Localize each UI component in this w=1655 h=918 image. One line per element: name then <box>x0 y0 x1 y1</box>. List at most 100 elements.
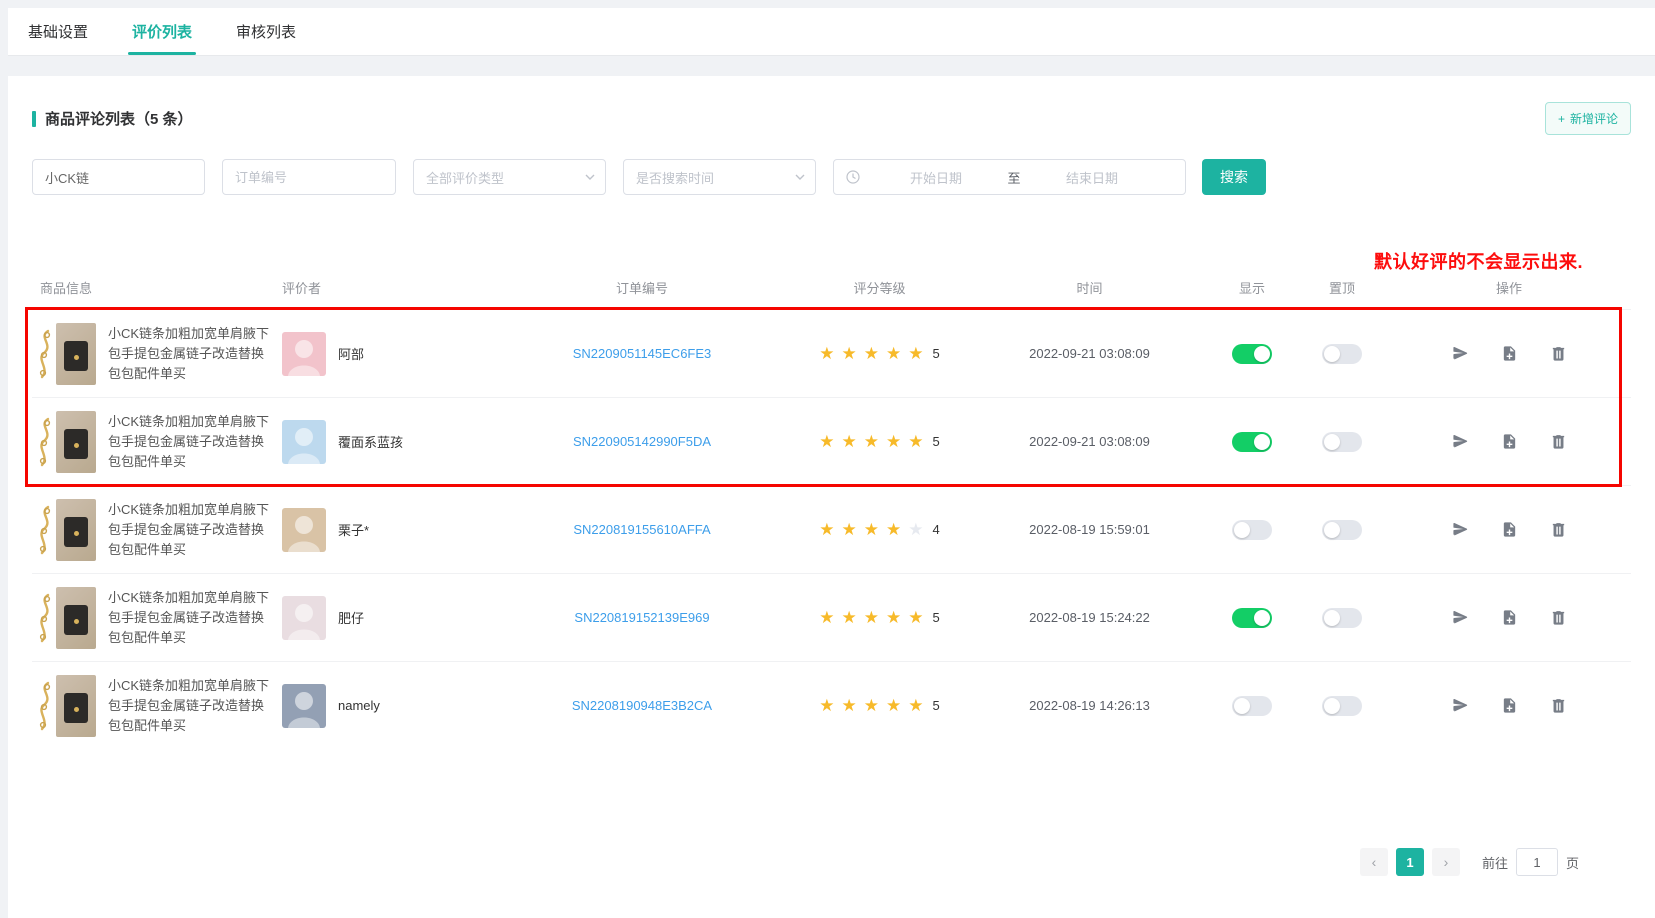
review-time: 2022-08-19 15:59:01 <box>1029 522 1150 537</box>
avatar <box>282 332 326 376</box>
time-cell: 2022-08-19 15:24:22 <box>972 610 1207 625</box>
reviewer-name: 肥仔 <box>338 608 364 627</box>
goto-label: 前往 <box>1482 853 1508 872</box>
delete-icon[interactable] <box>1550 697 1567 714</box>
file-add-icon[interactable] <box>1501 521 1518 538</box>
add-comment-button[interactable]: + 新增评论 <box>1545 102 1631 135</box>
star-rating: ★★★★★ <box>819 344 930 364</box>
delete-icon[interactable] <box>1550 433 1567 450</box>
pin-toggle[interactable] <box>1322 520 1362 540</box>
show-toggle[interactable] <box>1232 696 1272 716</box>
show-toggle[interactable] <box>1232 608 1272 628</box>
header-pin: 置顶 <box>1297 278 1387 297</box>
bag-product-image <box>56 675 96 737</box>
time-search-select[interactable]: 是否搜索时间 <box>623 159 816 195</box>
goto-page-input[interactable] <box>1516 848 1558 876</box>
header-show: 显示 <box>1207 278 1297 297</box>
avatar <box>282 596 326 640</box>
pin-cell <box>1297 608 1387 628</box>
product-keyword-field-wrap <box>32 159 205 195</box>
order-cell: SN220905142990F5DA <box>497 434 787 449</box>
add-comment-label: 新增评论 <box>1570 110 1618 127</box>
star-icon: ★ <box>886 696 901 715</box>
order-number-link[interactable]: SN220819152139E969 <box>574 610 709 625</box>
rating-value: 5 <box>933 610 940 625</box>
star-icon: ★ <box>842 696 857 715</box>
tab-review-list[interactable]: 评价列表 <box>128 9 196 55</box>
order-number-link[interactable]: SN2208190948E3B2CA <box>572 698 712 713</box>
star-rating: ★★★★★ <box>819 520 930 540</box>
show-toggle[interactable] <box>1232 432 1272 452</box>
header-product-info: 商品信息 <box>32 278 282 297</box>
file-add-icon[interactable] <box>1501 345 1518 362</box>
star-icon: ★ <box>908 344 923 363</box>
order-cell: SN2208190948E3B2CA <box>497 698 787 713</box>
tab-audit-list[interactable]: 审核列表 <box>232 9 300 55</box>
tab-basic-settings[interactable]: 基础设置 <box>24 9 92 55</box>
header-actions: 操作 <box>1387 278 1631 297</box>
date-separator: 至 <box>984 168 1044 187</box>
time-search-value: 是否搜索时间 <box>636 168 714 187</box>
review-time: 2022-08-19 15:24:22 <box>1029 610 1150 625</box>
pin-toggle[interactable] <box>1322 696 1362 716</box>
star-icon: ★ <box>864 520 879 539</box>
reviewer-cell: 阿部 <box>282 332 497 376</box>
section-header: 商品评论列表（5 条） + 新增评论 <box>32 102 1631 135</box>
star-icon: ★ <box>886 608 901 627</box>
review-type-select[interactable]: 全部评价类型 <box>413 159 606 195</box>
reply-icon[interactable] <box>1452 609 1469 626</box>
review-table: 商品信息 评价者 订单编号 评分等级 时间 显示 置顶 操作 <box>32 265 1631 749</box>
end-date-placeholder[interactable]: 结束日期 <box>1044 168 1140 187</box>
reply-icon[interactable] <box>1452 697 1469 714</box>
delete-icon[interactable] <box>1550 345 1567 362</box>
bag-product-image <box>56 323 96 385</box>
star-icon: ★ <box>842 432 857 451</box>
chain-product-image <box>34 501 56 559</box>
reviewer-name: 阿部 <box>338 344 364 363</box>
avatar <box>282 508 326 552</box>
pin-toggle[interactable] <box>1322 344 1362 364</box>
star-icon: ★ <box>864 608 879 627</box>
reply-icon[interactable] <box>1452 433 1469 450</box>
delete-icon[interactable] <box>1550 609 1567 626</box>
order-number-link[interactable]: SN2209051145EC6FE3 <box>573 346 712 361</box>
file-add-icon[interactable] <box>1501 433 1518 450</box>
reviewer-name: 覆面系蓝孩 <box>338 432 403 451</box>
delete-icon[interactable] <box>1550 521 1567 538</box>
order-number-input[interactable] <box>223 170 395 185</box>
file-add-icon[interactable] <box>1501 609 1518 626</box>
star-icon: ★ <box>819 344 834 363</box>
time-cell: 2022-09-21 03:08:09 <box>972 346 1207 361</box>
title-accent-bar <box>32 111 36 127</box>
prev-page-button[interactable]: ‹ <box>1360 848 1388 876</box>
header-reviewer: 评价者 <box>282 278 497 297</box>
chain-product-image <box>34 589 56 647</box>
filter-bar: 全部评价类型 是否搜索时间 开始日期 至 结束日期 搜索 <box>32 159 1631 195</box>
pin-toggle[interactable] <box>1322 608 1362 628</box>
reviewer-name: 栗子* <box>338 520 369 539</box>
star-icon: ★ <box>819 696 834 715</box>
file-add-icon[interactable] <box>1501 697 1518 714</box>
order-number-link[interactable]: SN220819155610AFFA <box>573 522 710 537</box>
search-button[interactable]: 搜索 <box>1202 159 1266 195</box>
actions-cell <box>1387 433 1631 450</box>
reply-icon[interactable] <box>1452 521 1469 538</box>
product-cell: 小CK链条加粗加宽单肩腋下包手提包金属链子改造替换包包配件单买 <box>32 323 282 385</box>
date-range-picker[interactable]: 开始日期 至 结束日期 <box>833 159 1186 195</box>
star-rating: ★★★★★ <box>819 608 930 628</box>
start-date-placeholder[interactable]: 开始日期 <box>888 168 984 187</box>
main-card: 商品评论列表（5 条） + 新增评论 全部评价类型 是否搜索时间 <box>8 76 1655 918</box>
chevron-down-icon <box>795 172 805 182</box>
rating-cell: ★★★★★ 4 <box>787 520 972 540</box>
reply-icon[interactable] <box>1452 345 1469 362</box>
pin-toggle[interactable] <box>1322 432 1362 452</box>
next-page-button[interactable]: › <box>1432 848 1460 876</box>
rating-cell: ★★★★★ 5 <box>787 696 972 716</box>
order-cell: SN220819152139E969 <box>497 610 787 625</box>
order-number-link[interactable]: SN220905142990F5DA <box>573 434 711 449</box>
show-toggle[interactable] <box>1232 520 1272 540</box>
table-row: 小CK链条加粗加宽单肩腋下包手提包金属链子改造替换包包配件单买 覆面系蓝孩 SN… <box>32 397 1631 485</box>
current-page-button[interactable]: 1 <box>1396 848 1424 876</box>
product-keyword-input[interactable] <box>33 170 204 185</box>
show-toggle[interactable] <box>1232 344 1272 364</box>
